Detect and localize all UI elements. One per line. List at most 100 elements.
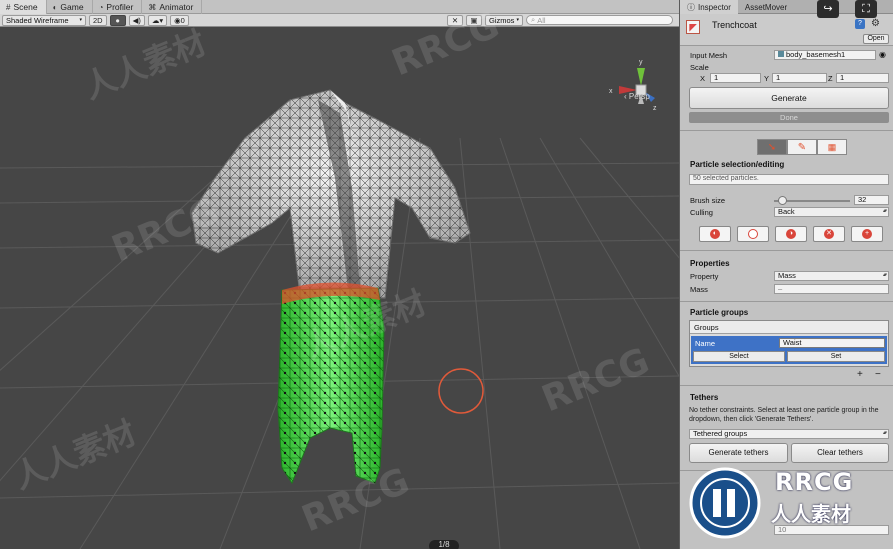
audio-toggle[interactable]: ◀) bbox=[128, 14, 145, 26]
generate-tethers-button[interactable]: Generate tethers bbox=[689, 443, 788, 463]
info-icon: ⓘ bbox=[687, 2, 695, 12]
scene-viewport[interactable]: y x z bbox=[0, 28, 679, 549]
tab-profiler[interactable]: ◔ Profiler bbox=[93, 0, 143, 14]
page-indicator: 1/8 bbox=[429, 540, 459, 549]
property-dropdown[interactable]: Mass bbox=[774, 271, 889, 281]
scale-z-field[interactable]: 1 bbox=[836, 73, 889, 83]
animator-icon: ⌘ bbox=[148, 2, 157, 12]
scale-y-field[interactable]: 1 bbox=[772, 73, 827, 83]
lightbulb-icon: ● bbox=[115, 15, 120, 25]
tethers-title: Tethers bbox=[690, 393, 719, 402]
add-selection-button[interactable]: + bbox=[851, 226, 883, 242]
properties-title: Properties bbox=[690, 259, 730, 268]
lighting-toggle[interactable]: ● bbox=[109, 14, 126, 26]
scene-window: # Scene ◐ Game ◔ Profiler ⌘ Animator Shaded … bbox=[0, 0, 679, 549]
close-icon: ✕ bbox=[824, 229, 834, 239]
list-item[interactable]: Name Waist Select Set bbox=[691, 336, 887, 364]
done-progress-bar: Done bbox=[689, 112, 889, 123]
brush-size-field[interactable]: 32 bbox=[854, 195, 889, 205]
group-set-button[interactable]: Set bbox=[787, 351, 885, 362]
select-tool-button[interactable]: ➘ bbox=[757, 139, 787, 155]
brush-cursor bbox=[438, 368, 484, 414]
brand-name: RRCG bbox=[775, 468, 854, 496]
group-name-label: Name bbox=[695, 339, 716, 348]
projection-label[interactable]: ‹ Persp bbox=[624, 92, 650, 101]
tab-assetmover[interactable]: AssetMover bbox=[738, 0, 794, 14]
tab-animator[interactable]: ⌘ Animator bbox=[142, 0, 203, 14]
tethered-groups-dropdown[interactable]: Tethered groups bbox=[689, 429, 889, 439]
select-none-button[interactable] bbox=[737, 226, 769, 242]
remove-group-button[interactable]: − bbox=[875, 369, 881, 380]
effects-icon: ☁▾ bbox=[151, 15, 164, 25]
invert-selection-button[interactable]: ◑ bbox=[775, 226, 807, 242]
scale-x-field[interactable]: 1 bbox=[710, 73, 761, 83]
select-all-button[interactable]: ◐ bbox=[699, 226, 731, 242]
brush-icon: ✎ bbox=[797, 141, 807, 153]
2d-toggle[interactable]: 2D bbox=[89, 14, 107, 26]
profiler-icon: ◔ bbox=[98, 2, 104, 12]
add-group-button[interactable]: + bbox=[857, 369, 863, 380]
scale-label: Scale bbox=[690, 63, 709, 72]
object-header: ◤ Trenchcoat ? ⚙ Open bbox=[680, 14, 893, 46]
overlay-controls: ↪ ⛶ bbox=[817, 0, 889, 18]
invert-icon: ◑ bbox=[786, 229, 796, 239]
culling-dropdown[interactable]: Back bbox=[774, 207, 889, 217]
group-name-field[interactable]: Waist bbox=[779, 338, 885, 348]
plus-icon: + bbox=[862, 229, 872, 239]
scale-y-label: Y bbox=[764, 74, 770, 83]
tethers-message: No tether constraints. Select at least o… bbox=[689, 407, 879, 423]
input-mesh-label: Input Mesh bbox=[690, 51, 728, 60]
gear-icon[interactable]: ⚙ bbox=[871, 18, 880, 29]
tab-scene[interactable]: # Scene bbox=[0, 0, 47, 14]
effects-dropdown[interactable]: ☁▾ bbox=[147, 14, 168, 26]
group-select-button[interactable]: Select bbox=[693, 351, 785, 362]
fullscreen-icon[interactable]: ⛶ bbox=[855, 0, 877, 18]
scene-toolbar: Shaded Wireframe ▾ 2D ● ◀) ☁▾ ◉ 0 ✕ ▣ Gizm… bbox=[0, 14, 679, 27]
scene-orientation-gizmo[interactable]: y x z bbox=[609, 59, 657, 112]
dropdown-arrow-icon: ▾ bbox=[516, 17, 519, 23]
mass-label: Mass bbox=[690, 285, 708, 294]
property-label: Property bbox=[690, 272, 719, 281]
brush-tool-button[interactable]: ✎ bbox=[787, 139, 817, 155]
brush-size-slider-thumb[interactable] bbox=[777, 196, 787, 205]
generate-button[interactable]: Generate bbox=[689, 87, 889, 109]
camera-icon: ▣ bbox=[470, 15, 478, 25]
cursor-icon: ➘ bbox=[767, 141, 777, 153]
tools-button[interactable]: ✕ bbox=[447, 14, 463, 26]
divider bbox=[680, 130, 893, 131]
select-all-icon: ◐ bbox=[710, 229, 720, 239]
scene-search-input[interactable]: ⌕ All bbox=[526, 15, 673, 25]
divider bbox=[680, 301, 893, 302]
shading-mode-dropdown[interactable]: Shaded Wireframe ▾ bbox=[2, 14, 86, 26]
tab-inspector[interactable]: ⓘ Inspector bbox=[680, 0, 738, 14]
mass-field[interactable]: – bbox=[774, 284, 889, 294]
tab-game[interactable]: ◐ Game bbox=[47, 0, 93, 14]
deselect-button[interactable]: ✕ bbox=[813, 226, 845, 242]
svg-text:y: y bbox=[639, 59, 643, 66]
search-icon: ⌕ bbox=[531, 15, 536, 24]
scene-tabbar: # Scene ◐ Game ◔ Profiler ⌘ Animator bbox=[0, 0, 679, 14]
camera-button[interactable]: ▣ bbox=[466, 14, 482, 26]
mesh-icon bbox=[778, 51, 784, 57]
hidden-objects-toggle[interactable]: ◉ 0 bbox=[170, 14, 189, 26]
checker-icon: ▦ bbox=[827, 141, 837, 152]
share-icon[interactable]: ↪ bbox=[817, 0, 839, 18]
scale-x-label: X bbox=[700, 74, 706, 83]
game-icon: ◐ bbox=[52, 2, 58, 12]
particle-section-title: Particle selection/editing bbox=[690, 160, 785, 169]
input-mesh-field[interactable]: body_basemesh1 bbox=[774, 50, 876, 60]
open-button[interactable]: Open bbox=[863, 34, 889, 44]
trenchcoat-mesh[interactable] bbox=[191, 89, 471, 485]
svg-text:z: z bbox=[653, 105, 657, 112]
paint-tool-button[interactable]: ▦ bbox=[817, 139, 847, 155]
divider bbox=[680, 250, 893, 251]
object-name: Trenchcoat bbox=[712, 20, 757, 30]
help-icon[interactable]: ? bbox=[855, 19, 865, 29]
object-picker-icon[interactable]: ◉ bbox=[879, 50, 886, 59]
viewport-canvas[interactable]: y x z bbox=[0, 28, 679, 549]
clear-tethers-button[interactable]: Clear tethers bbox=[791, 443, 889, 463]
gizmos-dropdown[interactable]: Gizmos ▾ bbox=[485, 14, 523, 26]
particle-groups-list: Groups Name Waist Select Set bbox=[689, 320, 889, 367]
brand-subtitle: 人人素材 bbox=[771, 502, 851, 526]
speaker-icon: ◀) bbox=[132, 15, 141, 25]
